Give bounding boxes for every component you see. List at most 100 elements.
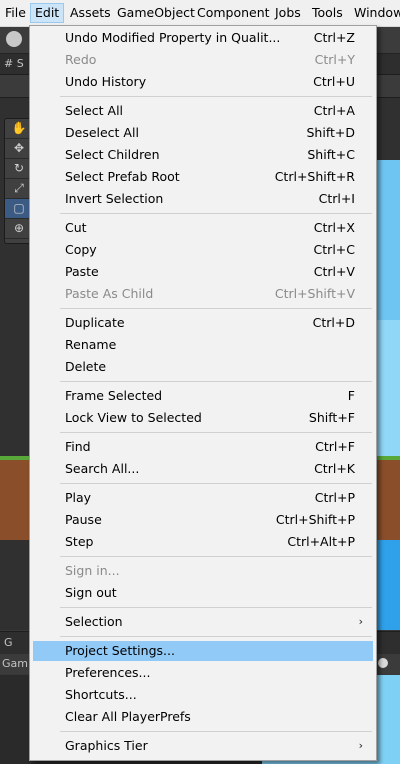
scene-dirt-right bbox=[376, 460, 400, 540]
menu-item-label: Duplicate bbox=[65, 315, 125, 330]
menu-item-sign-in: Sign in... bbox=[33, 561, 373, 581]
menu-separator bbox=[60, 731, 372, 732]
menu-item-frame-selected[interactable]: Frame Selected F bbox=[33, 386, 373, 406]
menu-item-shortcut: Ctrl+Y bbox=[314, 52, 355, 67]
menu-file[interactable]: File bbox=[1, 4, 30, 22]
menu-item-label: Find bbox=[65, 439, 91, 454]
menu-window[interactable]: Window bbox=[350, 4, 400, 22]
menu-item-shortcut: Ctrl+P bbox=[314, 490, 355, 505]
scene-water bbox=[376, 320, 400, 460]
menu-separator bbox=[60, 381, 372, 382]
game-label: Gam bbox=[2, 657, 28, 670]
menu-item-shortcut: Ctrl+I bbox=[318, 191, 355, 206]
menu-item-deselect-all[interactable]: Deselect All Shift+D bbox=[33, 123, 373, 143]
menu-item-label: Undo History bbox=[65, 74, 147, 89]
menu-separator bbox=[60, 607, 372, 608]
menu-jobs[interactable]: Jobs bbox=[271, 4, 305, 22]
menu-item-label: Sign out bbox=[65, 585, 117, 600]
menu-item-label: Copy bbox=[65, 242, 97, 257]
menu-item-label: Deselect All bbox=[65, 125, 139, 140]
menu-item-delete[interactable]: Delete bbox=[33, 357, 373, 377]
menu-item-search-all[interactable]: Search All... Ctrl+K bbox=[33, 459, 373, 479]
menu-item-graphics-tier[interactable]: Graphics Tier › bbox=[33, 736, 373, 756]
menu-item-shortcut: F bbox=[347, 388, 355, 403]
menu-item-shortcut: Ctrl+Shift+V bbox=[274, 286, 355, 301]
menu-separator bbox=[60, 96, 372, 97]
menu-item-label: Undo Modified Property in Qualit... bbox=[65, 30, 281, 45]
menu-item-label: Rename bbox=[65, 337, 117, 352]
menu-item-preferences[interactable]: Preferences... bbox=[33, 663, 373, 683]
edit-menu-dropdown: Undo Modified Property in Qualit... Ctrl… bbox=[29, 25, 377, 761]
menu-item-shortcut: Ctrl+F bbox=[315, 439, 355, 454]
menu-separator bbox=[60, 483, 372, 484]
menu-assets[interactable]: Assets bbox=[66, 4, 115, 22]
menu-item-label: Selection bbox=[65, 614, 123, 629]
menu-item-label: Shortcuts... bbox=[65, 687, 137, 702]
game-tab-label: G bbox=[4, 636, 13, 649]
menu-item-shortcut: Ctrl+C bbox=[313, 242, 355, 257]
menu-gameobject[interactable]: GameObject bbox=[113, 4, 199, 22]
menu-item-label: Graphics Tier bbox=[65, 738, 148, 753]
menu-item-shortcut: Shift+C bbox=[307, 147, 355, 162]
menu-item-step[interactable]: Step Ctrl+Alt+P bbox=[33, 532, 373, 552]
menu-item-paste-as-child: Paste As Child Ctrl+Shift+V bbox=[33, 284, 373, 304]
menu-item-copy[interactable]: Copy Ctrl+C bbox=[33, 240, 373, 260]
menu-item-label: Paste As Child bbox=[65, 286, 154, 301]
menu-item-label: Search All... bbox=[65, 461, 140, 476]
scale-slider-knob[interactable] bbox=[378, 658, 388, 668]
menu-item-label: Pause bbox=[65, 512, 102, 527]
menu-item-invert-selection[interactable]: Invert Selection Ctrl+I bbox=[33, 189, 373, 209]
menu-item-shortcuts[interactable]: Shortcuts... bbox=[33, 685, 373, 705]
menu-item-label: Play bbox=[65, 490, 92, 505]
menu-item-project-settings[interactable]: Project Settings... bbox=[33, 641, 373, 661]
menu-item-shortcut: Ctrl+A bbox=[313, 103, 355, 118]
menu-item-label: Paste bbox=[65, 264, 99, 279]
menu-item-play[interactable]: Play Ctrl+P bbox=[33, 488, 373, 508]
menu-component[interactable]: Component bbox=[193, 4, 274, 22]
menu-item-label: Frame Selected bbox=[65, 388, 163, 403]
menu-item-label: Preferences... bbox=[65, 665, 151, 680]
menu-item-label: Sign in... bbox=[65, 563, 120, 578]
menu-item-paste[interactable]: Paste Ctrl+V bbox=[33, 262, 373, 282]
menu-tools[interactable]: Tools bbox=[308, 4, 347, 22]
menu-item-undo[interactable]: Undo Modified Property in Qualit... Ctrl… bbox=[33, 28, 373, 48]
menu-item-clear-playerprefs[interactable]: Clear All PlayerPrefs bbox=[33, 707, 373, 727]
menu-item-rename[interactable]: Rename bbox=[33, 335, 373, 355]
menu-item-undo-history[interactable]: Undo History Ctrl+U bbox=[33, 72, 373, 92]
menu-separator bbox=[60, 636, 372, 637]
chevron-right-icon: › bbox=[358, 615, 363, 628]
account-icon[interactable] bbox=[6, 31, 22, 47]
menu-item-shortcut: Ctrl+D bbox=[312, 315, 355, 330]
menu-item-shortcut: Ctrl+Alt+P bbox=[287, 534, 355, 549]
menu-item-label: Lock View to Selected bbox=[65, 410, 202, 425]
menu-item-shortcut: Ctrl+X bbox=[313, 220, 355, 235]
menu-item-shortcut: Ctrl+V bbox=[313, 264, 355, 279]
menu-item-label: Project Settings... bbox=[65, 643, 175, 658]
menu-item-find[interactable]: Find Ctrl+F bbox=[33, 437, 373, 457]
menu-item-label: Step bbox=[65, 534, 94, 549]
menu-separator bbox=[60, 432, 372, 433]
menu-item-cut[interactable]: Cut Ctrl+X bbox=[33, 218, 373, 238]
menu-item-select-children[interactable]: Select Children Shift+C bbox=[33, 145, 373, 165]
scene-sky-lower bbox=[376, 540, 400, 630]
scene-dirt-left bbox=[0, 460, 30, 540]
menu-item-selection[interactable]: Selection › bbox=[33, 612, 373, 632]
menu-item-pause[interactable]: Pause Ctrl+Shift+P bbox=[33, 510, 373, 530]
menu-item-duplicate[interactable]: Duplicate Ctrl+D bbox=[33, 313, 373, 333]
menu-item-lock-view[interactable]: Lock View to Selected Shift+F bbox=[33, 408, 373, 428]
menu-separator bbox=[60, 556, 372, 557]
menu-item-redo: Redo Ctrl+Y bbox=[33, 50, 373, 70]
menu-edit[interactable]: Edit bbox=[30, 3, 65, 23]
menu-item-label: Select All bbox=[65, 103, 124, 118]
menu-item-label: Invert Selection bbox=[65, 191, 164, 206]
menu-item-select-prefab-root[interactable]: Select Prefab Root Ctrl+Shift+R bbox=[33, 167, 373, 187]
menu-item-label: Cut bbox=[65, 220, 87, 235]
menu-item-shortcut: Ctrl+Shift+P bbox=[275, 512, 355, 527]
menu-item-shortcut: Shift+F bbox=[308, 410, 355, 425]
menu-item-select-all[interactable]: Select All Ctrl+A bbox=[33, 101, 373, 121]
menu-separator bbox=[60, 213, 372, 214]
menu-separator bbox=[60, 308, 372, 309]
menu-item-shortcut: Shift+D bbox=[306, 125, 355, 140]
menu-item-sign-out[interactable]: Sign out bbox=[33, 583, 373, 603]
menu-bar: File Edit Assets GameObject Component Jo… bbox=[0, 0, 400, 27]
